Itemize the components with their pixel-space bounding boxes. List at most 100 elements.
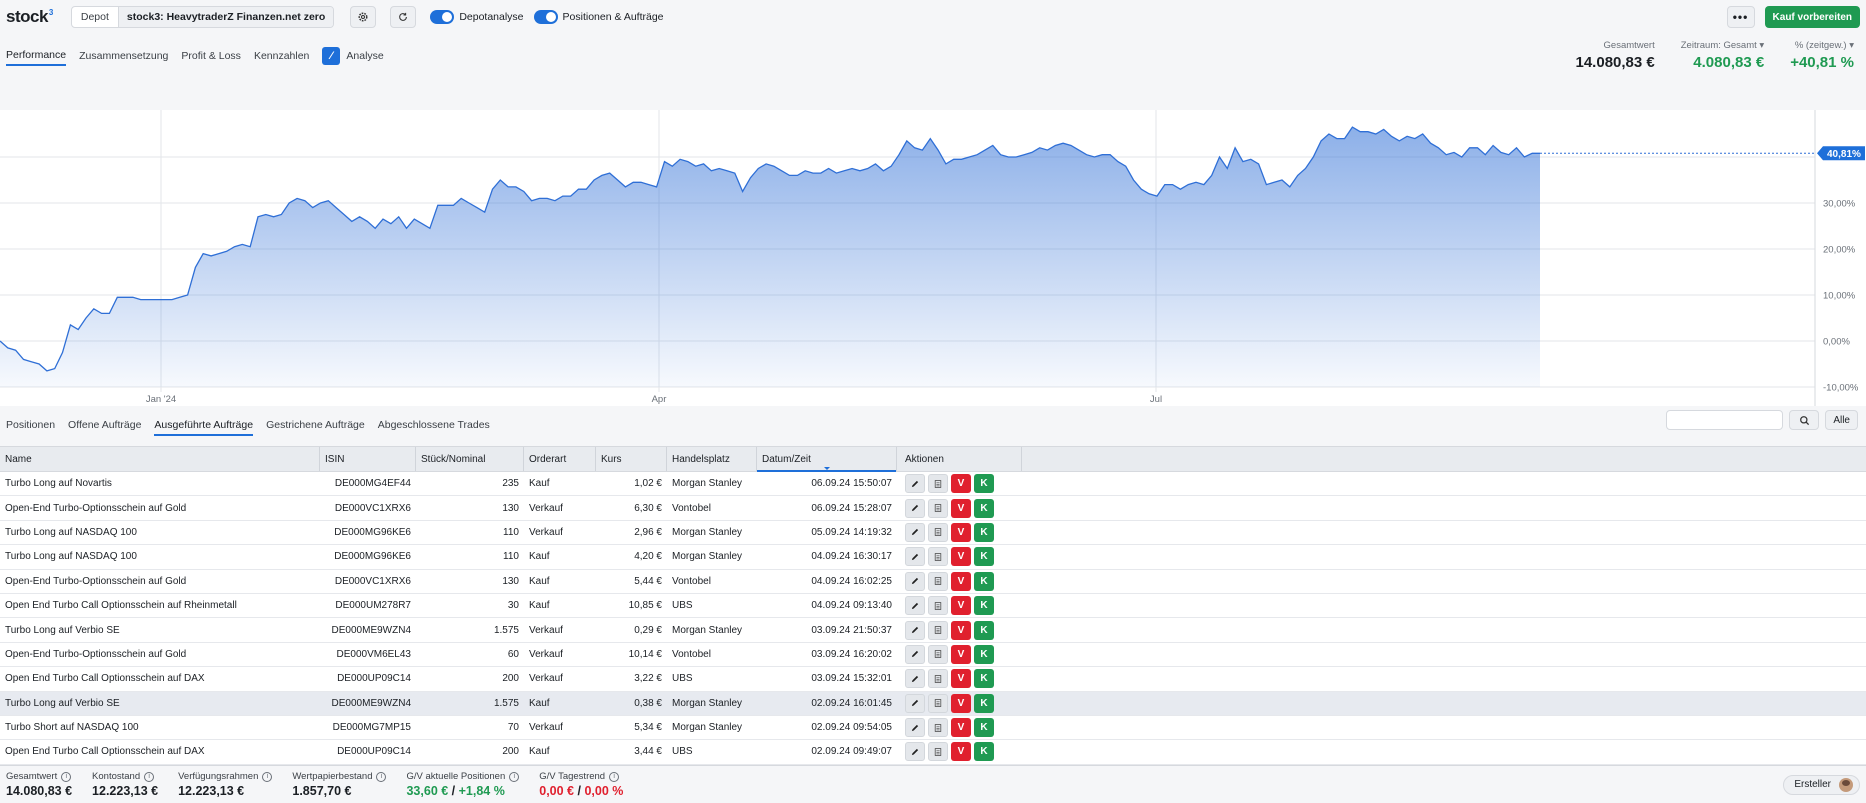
details-button[interactable] xyxy=(928,596,948,616)
tab-profit-loss[interactable]: Profit & Loss xyxy=(181,50,241,65)
edit-button[interactable] xyxy=(905,644,925,664)
details-button[interactable] xyxy=(928,742,948,762)
col-handelsplatz[interactable]: Handelsplatz xyxy=(667,447,757,471)
zeitraum-dropdown[interactable]: Zeitraum: Gesamt ▾ xyxy=(1681,40,1764,51)
info-icon[interactable]: i xyxy=(509,771,520,782)
tab-gestrichene-auftraege[interactable]: Gestrichene Aufträge xyxy=(266,419,365,436)
tab-offene-auftraege[interactable]: Offene Aufträge xyxy=(68,419,141,436)
edit-button[interactable] xyxy=(905,742,925,762)
settings-button[interactable] xyxy=(350,6,377,28)
details-button[interactable] xyxy=(928,669,948,689)
sell-button[interactable]: V xyxy=(951,474,971,494)
details-button[interactable] xyxy=(928,693,948,713)
table-row[interactable]: Turbo Short auf NASDAQ 100 DE000MG7MP15 70… xyxy=(0,715,1866,741)
table-row[interactable]: Turbo Long auf Novartis DE000MG4EF44 235 Ka… xyxy=(0,472,1866,497)
sell-button[interactable]: V xyxy=(951,620,971,640)
info-icon[interactable]: i xyxy=(61,771,72,782)
more-options-button[interactable]: ••• xyxy=(1726,6,1755,28)
tab-kennzahlen[interactable]: Kennzahlen xyxy=(254,50,309,65)
details-button[interactable] xyxy=(928,498,948,518)
toggle-switch[interactable] xyxy=(533,10,558,24)
toggle-depotanalyse[interactable]: Depotanalyse xyxy=(430,10,524,24)
tab-positionen[interactable]: Positionen xyxy=(6,419,55,436)
refresh-button[interactable] xyxy=(390,6,417,28)
col-orderart[interactable]: Orderart xyxy=(524,447,596,471)
sell-button[interactable]: V xyxy=(951,742,971,762)
table-row[interactable]: Open End Turbo Call Optionsschein auf DA… xyxy=(0,667,1866,692)
toggle-switch[interactable] xyxy=(430,10,455,24)
edit-button[interactable] xyxy=(905,547,925,567)
col-datum-zeit[interactable]: Datum/Zeit xyxy=(757,447,897,472)
edit-button[interactable] xyxy=(905,571,925,591)
buy-button[interactable]: K xyxy=(974,644,994,664)
details-button[interactable] xyxy=(928,620,948,640)
info-icon[interactable]: i xyxy=(609,771,620,782)
info-icon[interactable]: i xyxy=(144,771,155,782)
edit-button[interactable] xyxy=(905,596,925,616)
edit-button[interactable] xyxy=(905,522,925,542)
table-row[interactable]: Turbo Long auf NASDAQ 100 DE000MG96KE6 110… xyxy=(0,545,1866,570)
details-button[interactable] xyxy=(928,571,948,591)
tab-abgeschlossene-trades[interactable]: Abgeschlossene Trades xyxy=(378,419,490,436)
buy-button[interactable]: K xyxy=(974,620,994,640)
sell-button[interactable]: V xyxy=(951,596,971,616)
buy-button[interactable]: K xyxy=(974,693,994,713)
table-row[interactable]: Open-End Turbo-Optionsschein auf Gold DE0… xyxy=(0,642,1866,668)
tab-analyse[interactable]: ⁄ Analyse xyxy=(322,47,384,68)
buy-button[interactable]: K xyxy=(974,547,994,567)
table-row[interactable]: Turbo Long auf Verbio SE DE000ME9WZN4 1.57… xyxy=(0,618,1866,643)
creator-button[interactable]: Ersteller xyxy=(1783,774,1860,795)
performance-chart-svg[interactable]: 40,81% 30,00% 20,00% 10,00% 0,00% -10,00% Jan … xyxy=(0,110,1866,406)
table-row[interactable]: Open-End Turbo-Optionsschein auf Gold DE0… xyxy=(0,496,1866,521)
edit-button[interactable] xyxy=(905,474,925,494)
depot-value[interactable]: stock3: HeavytraderZ Finanzen.net zero xyxy=(118,7,334,27)
tab-ausgefuehrte-auftraege[interactable]: Ausgeführte Aufträge xyxy=(154,419,254,436)
buy-button[interactable]: K xyxy=(974,498,994,518)
buy-button[interactable]: K xyxy=(974,474,994,494)
performance-chart[interactable]: 40,81% 30,00% 20,00% 10,00% 0,00% -10,00% Jan … xyxy=(0,110,1866,406)
buy-button[interactable]: K xyxy=(974,718,994,738)
details-button[interactable] xyxy=(928,644,948,664)
info-icon[interactable]: i xyxy=(376,771,387,782)
sell-button[interactable]: V xyxy=(951,498,971,518)
filter-all-button[interactable]: Alle xyxy=(1825,410,1858,430)
buy-button[interactable]: K xyxy=(974,571,994,591)
table-row[interactable]: Open End Turbo Call Optionsschein auf DA… xyxy=(0,740,1866,765)
sell-button[interactable]: V xyxy=(951,547,971,567)
percent-mode-dropdown[interactable]: % (zeitgew.) ▾ xyxy=(1790,40,1854,51)
sell-button[interactable]: V xyxy=(951,644,971,664)
col-stueck-nominal[interactable]: Stück/Nominal xyxy=(416,447,524,471)
sell-button[interactable]: V xyxy=(951,571,971,591)
buy-button[interactable]: K xyxy=(974,596,994,616)
sell-button[interactable]: V xyxy=(951,693,971,713)
search-input[interactable] xyxy=(1666,410,1784,430)
col-name[interactable]: Name xyxy=(0,447,320,471)
edit-button[interactable] xyxy=(905,693,925,713)
stock3-logo[interactable]: stock 3 xyxy=(6,7,53,27)
tab-performance[interactable]: Performance xyxy=(6,49,67,66)
buy-button[interactable]: K xyxy=(974,522,994,542)
info-icon[interactable]: i xyxy=(262,771,273,782)
kauf-vorbereiten-button[interactable]: Kauf vorbereiten xyxy=(1764,6,1860,28)
tab-zusammensetzung[interactable]: Zusammensetzung xyxy=(79,50,168,65)
table-row[interactable]: Turbo Long auf Verbio SE DE000ME9WZN4 1.57… xyxy=(0,691,1866,716)
edit-button[interactable] xyxy=(905,718,925,738)
details-button[interactable] xyxy=(928,474,948,494)
search-button[interactable] xyxy=(1789,410,1820,430)
details-button[interactable] xyxy=(928,718,948,738)
edit-button[interactable] xyxy=(905,669,925,689)
col-kurs[interactable]: Kurs xyxy=(596,447,667,471)
details-button[interactable] xyxy=(928,547,948,567)
sell-button[interactable]: V xyxy=(951,718,971,738)
table-row[interactable]: Turbo Long auf NASDAQ 100 DE000MG96KE6 110… xyxy=(0,520,1866,546)
toggle-positionen-auftraege[interactable]: Positionen & Aufträge xyxy=(533,10,664,24)
edit-button[interactable] xyxy=(905,620,925,640)
table-row[interactable]: Open End Turbo Call Optionsschein auf Rh… xyxy=(0,593,1866,619)
sell-button[interactable]: V xyxy=(951,669,971,689)
sell-button[interactable]: V xyxy=(951,522,971,542)
table-row[interactable]: Open-End Turbo-Optionsschein auf Gold DE0… xyxy=(0,569,1866,594)
depot-select[interactable]: Depot stock3: HeavytraderZ Finanzen.net … xyxy=(70,6,335,28)
buy-button[interactable]: K xyxy=(974,669,994,689)
col-isin[interactable]: ISIN xyxy=(320,447,416,471)
details-button[interactable] xyxy=(928,522,948,542)
